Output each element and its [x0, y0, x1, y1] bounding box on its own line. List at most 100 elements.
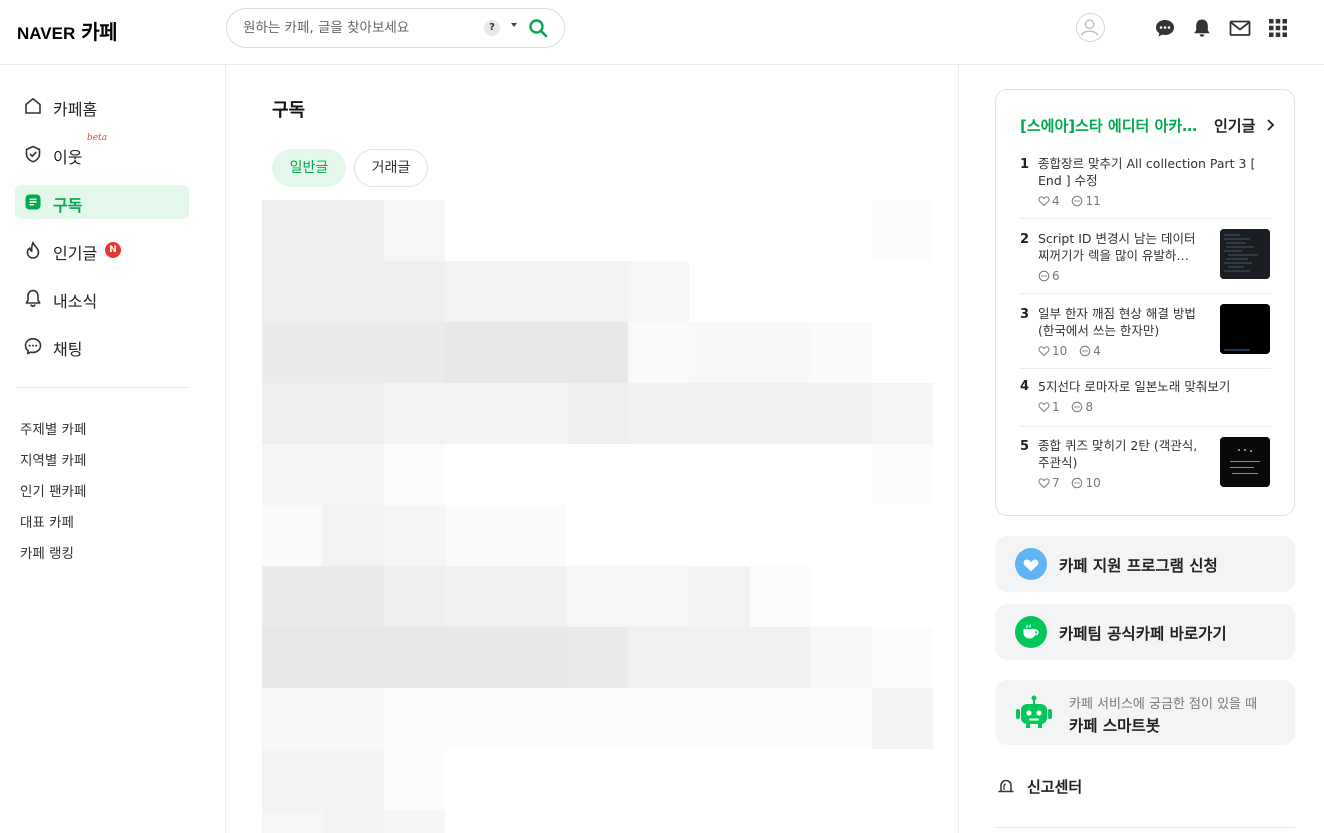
- popular-item[interactable]: 4 5지선다 로마자로 일본노래 맞춰보기 1 8: [1020, 369, 1271, 427]
- placeholder-tile: [384, 749, 445, 810]
- notification-bell-icon[interactable]: [1191, 17, 1213, 39]
- post-thumbnail[interactable]: [1220, 437, 1270, 487]
- sidebar-item-chat[interactable]: 채팅: [15, 329, 189, 363]
- popular-item[interactable]: 2 Script ID 변경시 남는 데이터 찌꺼기가 렉을 많이 유발하… 6: [1020, 219, 1271, 294]
- placeholder-tile: [384, 505, 445, 566]
- popular-rank: 1: [1020, 157, 1030, 172]
- comment-icon: [1072, 401, 1083, 413]
- placeholder-tile: [811, 200, 872, 261]
- comment-count: 11: [1085, 194, 1101, 208]
- sidebar-item-cafe-home[interactable]: 카페홈: [15, 89, 189, 123]
- card-label: 카페팀 공식카페 바로가기: [1059, 625, 1227, 643]
- help-icon[interactable]: ?: [484, 20, 500, 36]
- sidebar-link-featured-cafe[interactable]: 대표 카페: [20, 511, 74, 531]
- chat-bubble-icon[interactable]: [1154, 17, 1176, 39]
- placeholder-tile: [811, 322, 872, 383]
- popular-item-meta: 4 11: [1038, 194, 1109, 208]
- thumbnail-image: [1220, 304, 1270, 354]
- cafe-team-official-card[interactable]: 카페팀 공식카페 바로가기: [995, 604, 1295, 660]
- placeholder-tile: [445, 688, 506, 749]
- placeholder-tile: [811, 566, 872, 627]
- sidebar-item-popular[interactable]: 인기글 N: [15, 233, 189, 267]
- right-bottom-divider: [995, 827, 1295, 828]
- popular-rank: 5: [1020, 439, 1030, 454]
- placeholder-tile: [506, 505, 567, 566]
- placeholder-tile: [262, 200, 323, 261]
- popular-label[interactable]: 인기글: [1214, 115, 1255, 136]
- placeholder-tile: [689, 810, 750, 833]
- new-badge: N: [105, 242, 121, 258]
- popular-item[interactable]: 5 종합 퀴즈 맞히기 2탄 (객관식, 주관식) 7 10: [1020, 427, 1271, 502]
- popular-item-title[interactable]: 종합 퀴즈 맞히기 2탄 (객관식, 주관식): [1038, 437, 1210, 471]
- popular-item-meta: 7 10: [1038, 476, 1109, 490]
- popular-item[interactable]: 3 일부 한자 깨짐 현상 해결 방법 (한국에서 쓰는 한자만) 10 4: [1020, 294, 1271, 369]
- beta-badge: beta: [87, 133, 108, 143]
- neighbor-icon: [25, 145, 41, 163]
- placeholder-tile: [506, 749, 567, 810]
- placeholder-tile: [445, 200, 506, 261]
- placeholder-tile: [262, 749, 323, 810]
- chevron-right-icon[interactable]: [1266, 118, 1276, 132]
- apps-grid-icon[interactable]: [1267, 17, 1289, 39]
- placeholder-tile: [506, 322, 567, 383]
- placeholder-tile: [323, 505, 384, 566]
- comment-count: 10: [1085, 476, 1101, 490]
- sidebar-link-region-cafe[interactable]: 지역별 카페: [20, 449, 86, 469]
- placeholder-tile: [750, 688, 811, 749]
- placeholder-tile: [445, 749, 506, 810]
- placeholder-tile: [384, 200, 445, 261]
- comment-icon: [1079, 345, 1091, 357]
- sidebar-link-fan-cafe[interactable]: 인기 팬카페: [20, 480, 86, 500]
- placeholder-tile: [262, 261, 323, 322]
- fire-icon: [26, 241, 40, 259]
- search-input[interactable]: [243, 18, 483, 38]
- naver-cafe-logo[interactable]: NAVER 카페: [17, 16, 118, 45]
- cafe-support-program-card[interactable]: 카페 지원 프로그램 신청: [995, 536, 1295, 592]
- popular-item-title[interactable]: Script ID 변경시 남는 데이터 찌꺼기가 렉을 많이 유발하…: [1038, 230, 1210, 264]
- placeholder-tile: [445, 810, 506, 833]
- placeholder-tile: [750, 261, 811, 322]
- heart-icon: [1038, 402, 1050, 413]
- sidebar-item-subscribe[interactable]: 구독: [15, 185, 189, 219]
- sidebar-item-my-news[interactable]: 내소식: [15, 281, 189, 315]
- placeholder-tile: [628, 749, 689, 810]
- sidebar-link-cafe-ranking[interactable]: 카페 랭킹: [20, 542, 74, 562]
- user-icon: [1081, 19, 1099, 36]
- placeholder-tile: [384, 688, 445, 749]
- avatar[interactable]: [1076, 13, 1105, 42]
- placeholder-tile: [445, 383, 506, 444]
- post-thumbnail[interactable]: [1220, 304, 1270, 354]
- placeholder-tile: [262, 444, 323, 505]
- sidebar-item-label: 채팅: [53, 340, 83, 359]
- chat-icon: [24, 338, 42, 355]
- right-column: [스에아]스타 에디터 아카데미 인기글 1 종합장르 맞추기 All coll…: [959, 65, 1324, 833]
- card-label: 카페 지원 프로그램 신청: [1059, 557, 1218, 575]
- popular-item-title[interactable]: 5지선다 로마자로 일본노래 맞춰보기: [1038, 378, 1270, 395]
- sidebar-item-neighbor[interactable]: 이웃 beta: [15, 133, 189, 171]
- sidebar-link-topic-cafe[interactable]: 주제별 카페: [20, 418, 86, 438]
- cafe-smartbot-card[interactable]: 카페 서비스에 궁금한 점이 있을 때 카페 스마트봇: [995, 680, 1295, 745]
- placeholder-tile: [811, 261, 872, 322]
- search-icon[interactable]: [528, 18, 548, 38]
- placeholder-tile: [750, 200, 811, 261]
- caret-down-icon[interactable]: [511, 23, 517, 27]
- post-thumbnail[interactable]: [1220, 229, 1270, 279]
- placeholder-tile: [445, 261, 506, 322]
- smartbot-title: 카페 스마트봇: [1069, 717, 1160, 735]
- placeholder-tile: [567, 749, 628, 810]
- placeholder-tile: [323, 322, 384, 383]
- popular-item-title[interactable]: 일부 한자 깨짐 현상 해결 방법 (한국에서 쓰는 한자만): [1038, 305, 1210, 339]
- placeholder-tile: [445, 322, 506, 383]
- popular-cafe-name[interactable]: [스에아]스타 에디터 아카데미: [1020, 115, 1208, 136]
- placeholder-tile: [872, 322, 933, 383]
- placeholder-tile: [506, 200, 567, 261]
- tab-general-posts[interactable]: 일반글: [272, 149, 346, 187]
- popular-item-title[interactable]: 종합장르 맞추기 All collection Part 3 [ End ] 수…: [1038, 155, 1268, 189]
- logo-naver: NAVER: [17, 24, 76, 43]
- popular-item[interactable]: 1 종합장르 맞추기 All collection Part 3 [ End ]…: [1020, 155, 1271, 219]
- tab-trade-posts[interactable]: 거래글: [354, 149, 428, 187]
- placeholder-tile: [323, 566, 384, 627]
- placeholder-tile: [689, 383, 750, 444]
- placeholder-tile: [689, 200, 750, 261]
- mail-icon[interactable]: [1229, 17, 1251, 39]
